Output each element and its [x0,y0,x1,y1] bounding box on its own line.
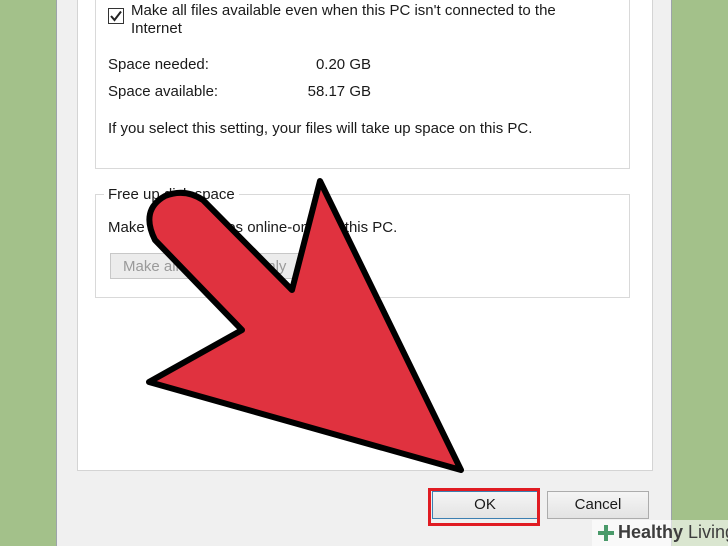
plus-leaf-icon [598,525,614,541]
offline-files-group: Make all files available even when this … [95,0,630,169]
cancel-button[interactable]: Cancel [547,491,649,519]
space-available-value: 58.17 GB [307,83,371,100]
space-usage-note: If you select this setting, your files w… [108,120,533,137]
ok-button[interactable]: OK [432,491,538,519]
onedrive-settings-dialog: Make all files available even when this … [56,0,672,546]
make-files-available-label[interactable]: Make all files available even when this … [131,2,601,38]
space-needed-value: 0.20 GB [315,56,371,73]
healthy-living-watermark: Healthy Living [592,520,728,546]
space-available-label: Space available: [108,83,219,100]
watermark-text: Healthy Living [618,522,728,542]
free-up-disk-space-description: Make OneDrive files online-only on this … [108,219,398,236]
checkmark-icon [110,10,122,22]
free-up-disk-space-group: Free up disk space Make OneDrive files o… [95,186,630,298]
space-needed-label: Space needed: [108,56,209,73]
make-files-online-only-button[interactable]: Make all files online-only [110,253,320,279]
make-files-available-checkbox[interactable] [108,8,124,24]
free-up-disk-space-title: Free up disk space [104,186,239,203]
settings-panel: Make all files available even when this … [77,0,653,471]
